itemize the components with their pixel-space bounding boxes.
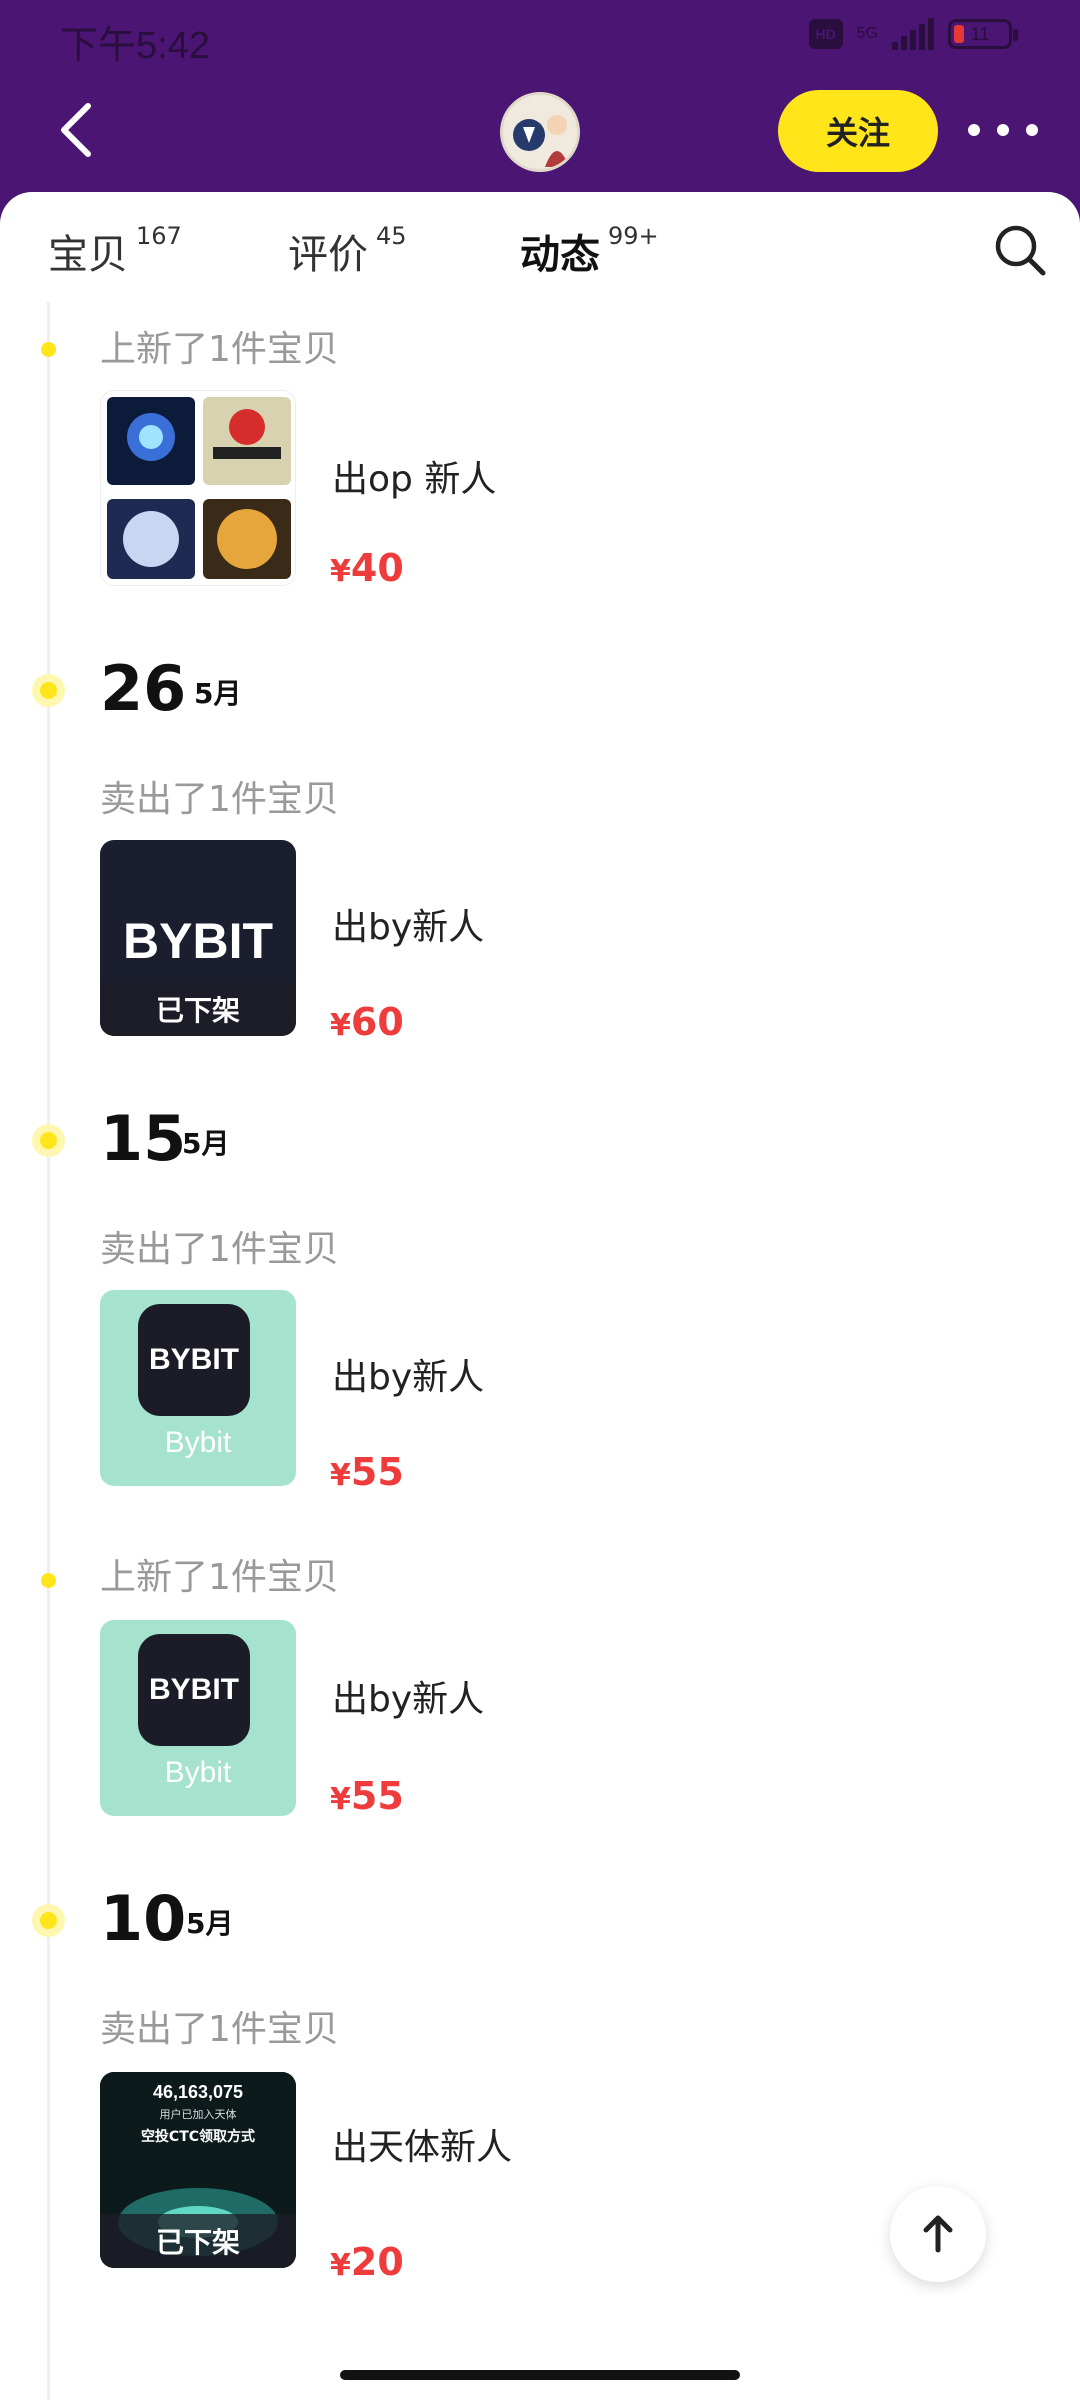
network-label: 5G	[856, 25, 878, 42]
item-price: ¥60	[330, 1000, 404, 1044]
scroll-to-top-button[interactable]	[890, 2186, 986, 2282]
tab-activity[interactable]: 动态 99+	[520, 222, 659, 280]
bybit-app-icon: BYBIT	[138, 1634, 250, 1746]
item-price: ¥20	[330, 2240, 404, 2284]
currency-symbol: ¥	[330, 2248, 351, 2283]
back-button[interactable]	[52, 100, 102, 160]
tab-items-label: 宝贝	[48, 232, 128, 278]
tab-reviews[interactable]: 评价 45	[288, 222, 407, 280]
item-thumbnail[interactable]: 46,163,075 用户已加入天体 空投CTC领取方式 已下架	[100, 2072, 296, 2268]
bybit-app-icon: BYBIT	[138, 1304, 250, 1416]
date-day: 15	[100, 1102, 187, 1175]
status-time: 下午5:42	[60, 25, 210, 67]
promo-line1: 用户已加入天体	[159, 2108, 237, 2121]
delisted-badge: 已下架	[100, 982, 296, 1036]
currency-symbol: ¥	[330, 1008, 351, 1043]
timeline-dot	[41, 342, 56, 357]
home-indicator[interactable]	[340, 2370, 740, 2380]
timeline-line	[47, 302, 50, 2400]
event-label: 上新了1件宝贝	[100, 1557, 339, 1598]
date-month: 5月	[194, 677, 242, 710]
event-label: 卖出了1件宝贝	[100, 1229, 339, 1270]
hd-icon: HD	[808, 19, 843, 49]
more-options-icon[interactable]	[968, 110, 1038, 150]
tab-items[interactable]: 宝贝 167	[48, 222, 182, 280]
date-month: 5月	[182, 1127, 230, 1160]
item-thumbnail[interactable]: BYBIT Bybit	[100, 1290, 296, 1486]
item-price: ¥55	[330, 1774, 404, 1818]
event-label: 卖出了1件宝贝	[100, 2009, 339, 2050]
promo-number: 46,163,075	[152, 2082, 244, 2102]
timeline-date-dot	[32, 674, 65, 707]
price-value: 40	[350, 546, 404, 590]
price-value: 20	[350, 2240, 404, 2284]
battery-level: 11	[970, 23, 990, 44]
battery-icon: 11	[948, 19, 1018, 49]
item-price: ¥55	[330, 1450, 404, 1494]
currency-symbol: ¥	[330, 554, 351, 589]
promo-line2: 空投CTC领取方式	[140, 2129, 256, 2145]
item-title[interactable]: 出天体新人	[332, 2118, 512, 2170]
nft-collage-image	[101, 391, 295, 585]
timeline-date-dot	[32, 1904, 65, 1937]
tab-bar: 宝贝 167 评价 45 动态 99+	[0, 192, 1080, 302]
content-card: 宝贝 167 评价 45 动态 99+ 上新了1件宝贝 出op 新人 ¥40 2…	[0, 192, 1080, 2400]
event-label: 上新了1件宝贝	[100, 329, 339, 370]
item-thumbnail[interactable]: BYBIT 已下架	[100, 840, 296, 1036]
date-day: 26	[100, 652, 187, 725]
price-value: 55	[350, 1450, 404, 1494]
delisted-badge: 已下架	[100, 2214, 296, 2268]
price-value: 60	[350, 1000, 404, 1044]
bybit-caption: Bybit	[164, 1756, 232, 1789]
tab-reviews-count: 45	[376, 222, 407, 250]
item-price: ¥40	[330, 546, 404, 590]
status-icons: HD 5G 11	[808, 18, 1018, 50]
timeline-dot	[41, 1573, 56, 1588]
currency-symbol: ¥	[330, 1782, 351, 1817]
tab-activity-text: 动态	[520, 232, 600, 278]
item-thumbnail[interactable]	[100, 390, 296, 586]
bybit-caption: Bybit	[164, 1426, 232, 1459]
event-label: 卖出了1件宝贝	[100, 779, 339, 820]
avatar-image	[503, 95, 577, 169]
item-thumbnail[interactable]: BYBIT Bybit	[100, 1620, 296, 1816]
bybit-logo-text: BYBIT	[123, 913, 273, 969]
tab-activity-count: 99+	[608, 222, 659, 250]
tab-items-count: 167	[136, 222, 182, 250]
price-value: 55	[350, 1774, 404, 1818]
back-arrow-icon	[61, 103, 91, 157]
signal-icon	[892, 18, 934, 50]
item-title[interactable]: 出by新人	[332, 1670, 484, 1722]
search-button[interactable]	[992, 222, 1048, 278]
date-day: 10	[100, 1882, 187, 1955]
tab-reviews-label: 评价	[288, 232, 368, 278]
item-title[interactable]: 出op 新人	[332, 450, 496, 502]
search-icon	[995, 225, 1046, 276]
top-header: 下午5:42 HD 5G 11 关注	[0, 0, 1080, 210]
currency-symbol: ¥	[330, 1458, 351, 1493]
item-title[interactable]: 出by新人	[332, 898, 484, 950]
tab-activity-label: 动态	[520, 222, 600, 280]
timeline-date-dot	[32, 1124, 65, 1157]
follow-button[interactable]: 关注	[778, 90, 938, 172]
item-title[interactable]: 出by新人	[332, 1348, 484, 1400]
arrow-up-icon	[923, 2215, 953, 2253]
date-month: 5月	[186, 1907, 234, 1940]
avatar[interactable]	[500, 92, 580, 172]
